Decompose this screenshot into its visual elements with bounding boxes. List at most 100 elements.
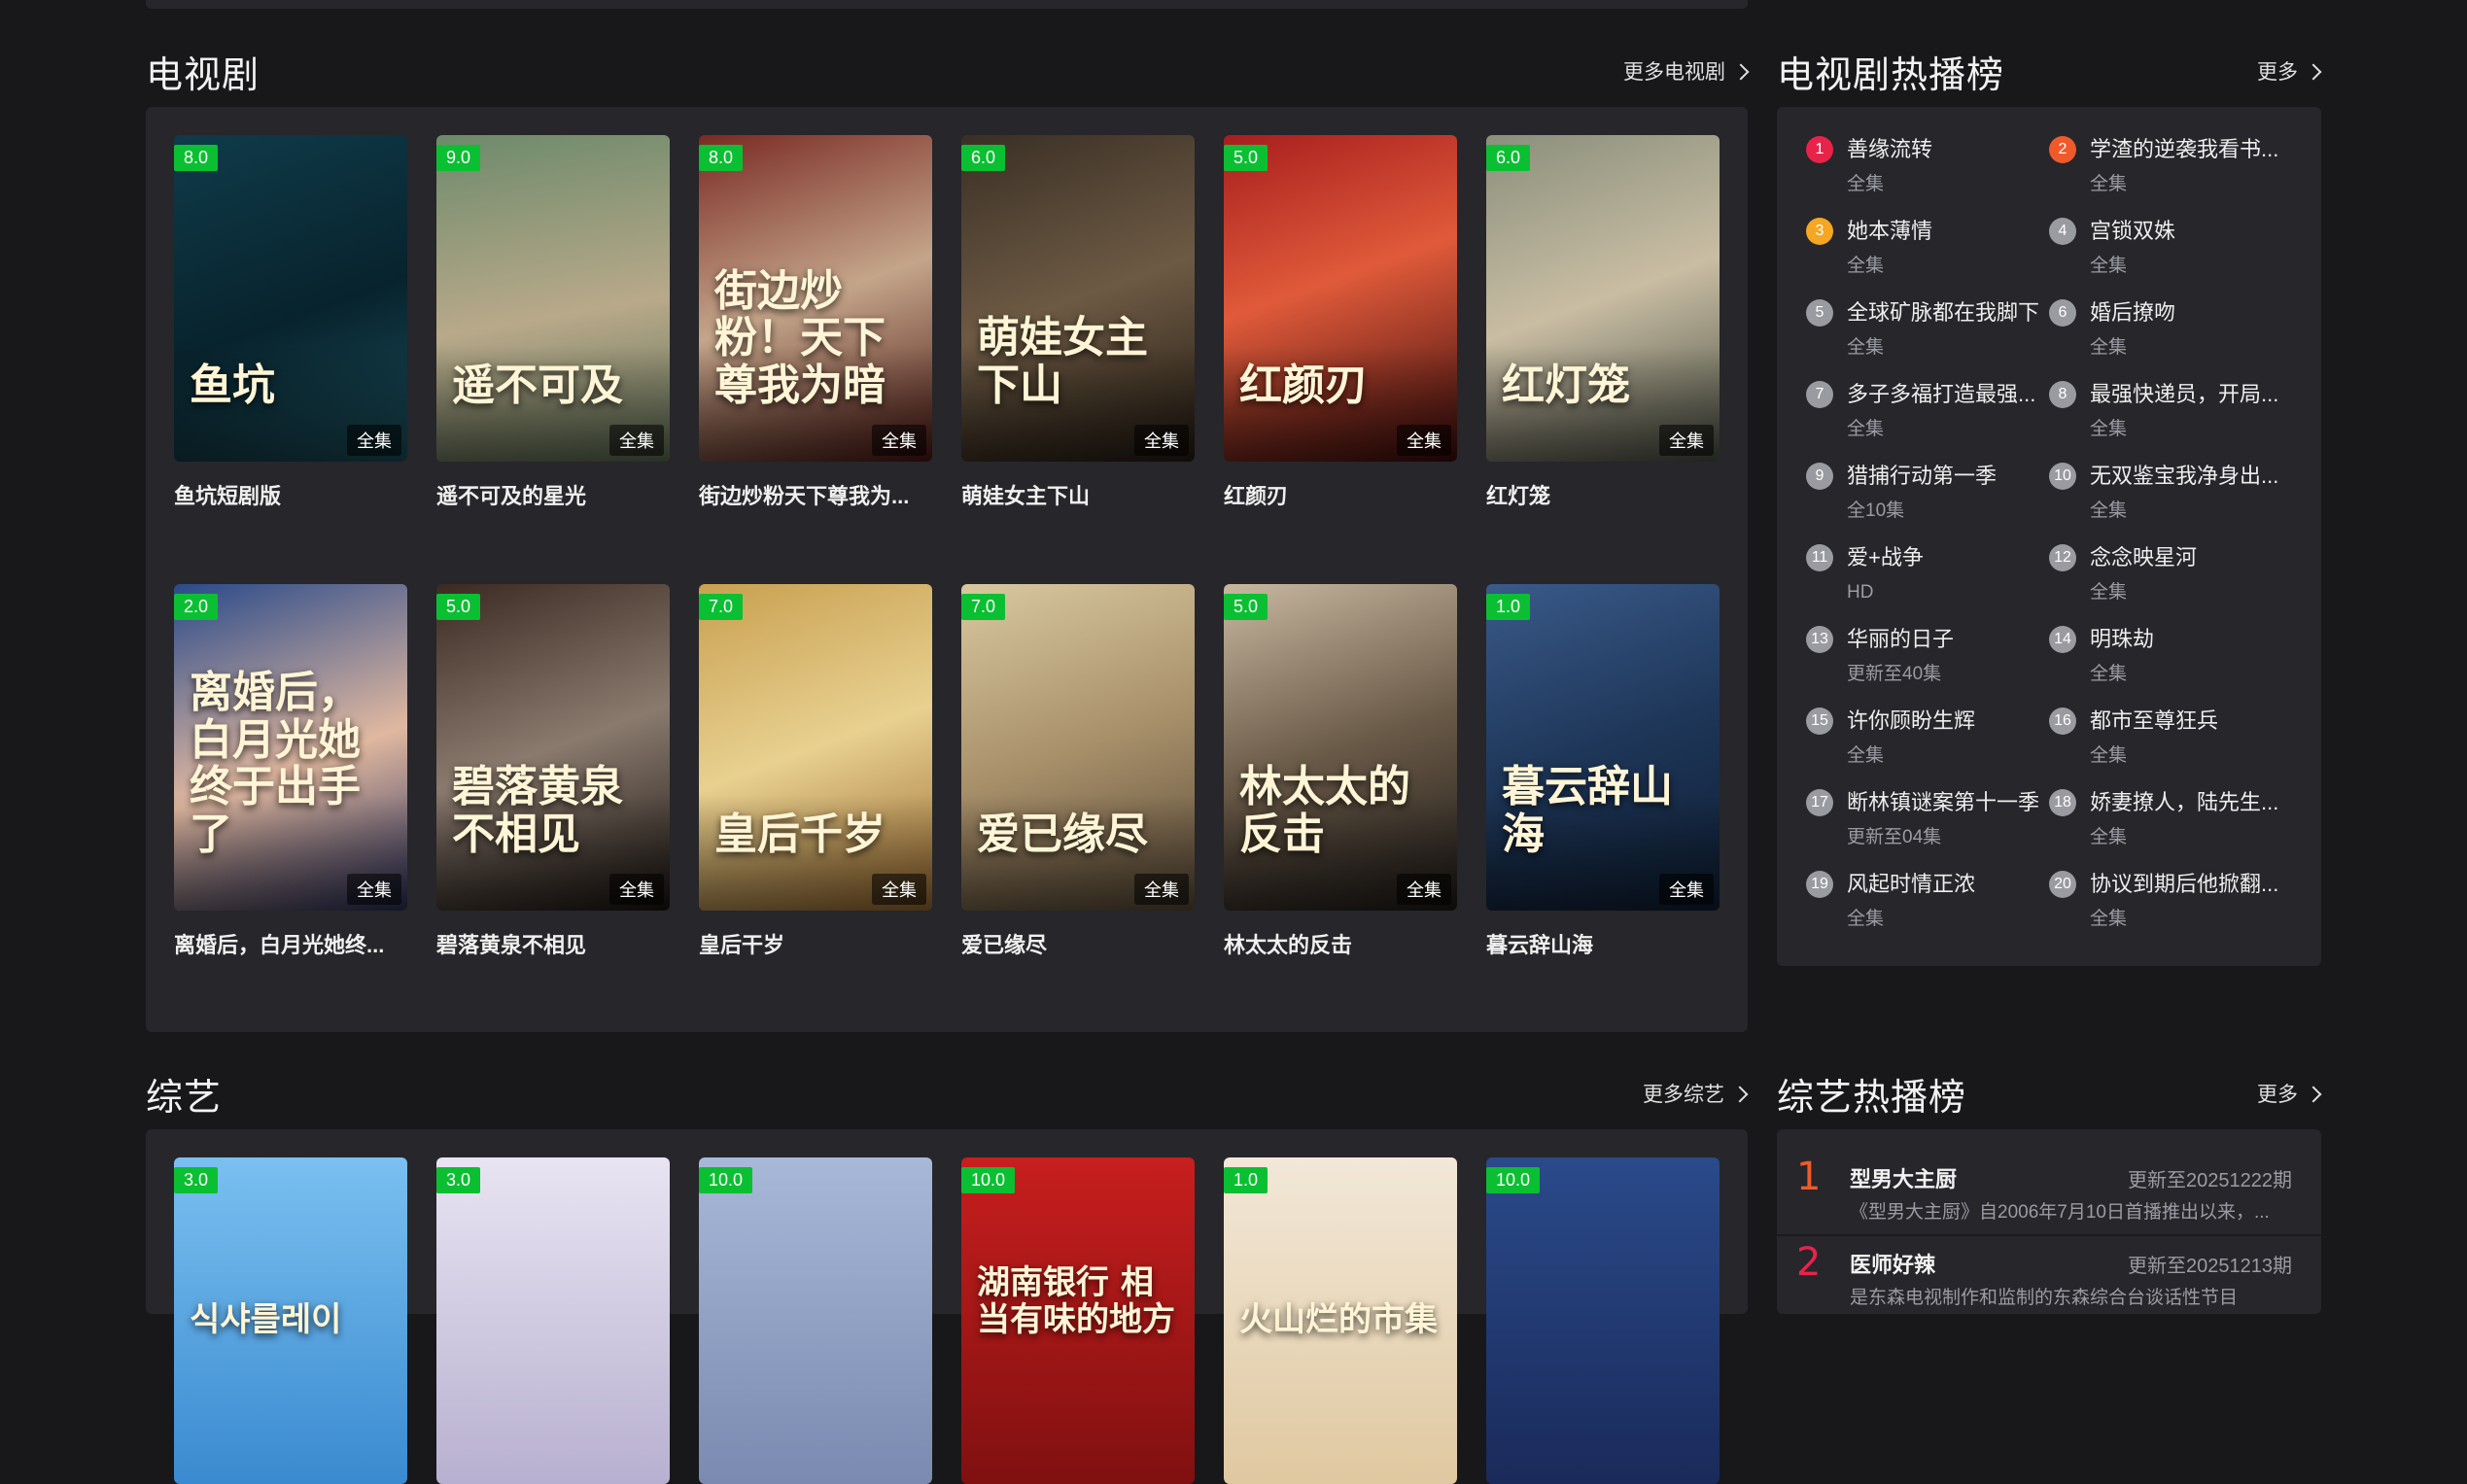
rank-item[interactable]: 14 明珠劫 全集 xyxy=(2049,626,2292,684)
tv-card-title[interactable]: 爱已缘尽 xyxy=(961,928,1195,959)
variety-poster[interactable]: 火山烂的市集 1.0 xyxy=(1224,1157,1457,1484)
variety-poster[interactable]: 10.0 xyxy=(1486,1157,1720,1484)
rank-title[interactable]: 许你顾盼生辉 xyxy=(1847,709,2047,733)
rank-item[interactable]: 11 爱+战争 HD xyxy=(1806,544,2049,603)
variety-poster[interactable]: 10.0 xyxy=(699,1157,932,1484)
tv-card-title[interactable]: 红颜刃 xyxy=(1224,479,1457,510)
more-variety-link[interactable]: 更多综艺 xyxy=(1643,1079,1749,1108)
rank-title[interactable]: 宫锁双姝 xyxy=(2090,220,2290,243)
tv-card[interactable]: 暮云辞山海 1.0 全集暮云辞山海 xyxy=(1486,584,1720,959)
tv-card[interactable]: 街边炒粉！天下尊我为暗 8.0 全集街边炒粉天下尊我为... xyxy=(699,135,932,510)
rank-title[interactable]: 风起时情正浓 xyxy=(1847,873,2047,896)
rank-title[interactable]: 猎捕行动第一季 xyxy=(1847,465,2047,488)
rank-status: 全集 xyxy=(1847,419,1885,439)
tv-card[interactable]: 碧落黄泉不相见 5.0 全集碧落黄泉不相见 xyxy=(436,584,670,959)
tv-card-title[interactable]: 离婚后，白月光她终... xyxy=(174,928,407,959)
more-variety-rank-link[interactable]: 更多 xyxy=(2257,1079,2322,1108)
rank-item[interactable]: 9 猎捕行动第一季 全10集 xyxy=(1806,463,2049,521)
tv-card-title[interactable]: 暮云辞山海 xyxy=(1486,928,1720,959)
rank-item[interactable]: 19 风起时情正浓 全集 xyxy=(1806,871,2049,929)
tv-card-title[interactable]: 皇后干岁 xyxy=(699,928,932,959)
tv-card-title[interactable]: 鱼坑短剧版 xyxy=(174,479,407,510)
tv-poster[interactable]: 爱已缘尽 7.0 全集 xyxy=(961,584,1195,911)
rank-number-badge: 20 xyxy=(2049,871,2076,898)
variety-poster[interactable]: 3.0 xyxy=(436,1157,670,1484)
tv-card[interactable]: 红灯笼 6.0 全集红灯笼 xyxy=(1486,135,1720,510)
rank-item[interactable]: 17 断林镇谜案第十一季 更新至04集 xyxy=(1806,789,2049,847)
rank-title[interactable]: 娇妻撩人，陆先生... xyxy=(2090,791,2290,814)
rank-title[interactable]: 她本薄情 xyxy=(1847,220,2047,243)
variety-rank-item[interactable]: 1 型男大主厨 更新至20251222期 《型男大主厨》自2006年7月10日首… xyxy=(1777,1129,2321,1238)
tv-poster[interactable]: 红灯笼 6.0 全集 xyxy=(1486,135,1720,462)
rank-title[interactable]: 全球矿脉都在我脚下 xyxy=(1847,301,2047,325)
rank-title[interactable]: 断林镇谜案第十一季 xyxy=(1847,791,2047,814)
tv-card[interactable]: 遥不可及 9.0 全集遥不可及的星光 xyxy=(436,135,670,510)
variety-card[interactable]: 3.0 xyxy=(436,1157,670,1484)
score-badge: 9.0 xyxy=(436,145,481,171)
rank-title[interactable]: 华丽的日子 xyxy=(1847,628,2047,651)
tv-poster[interactable]: 皇后千岁 7.0 全集 xyxy=(699,584,932,911)
variety-card[interactable]: 湖南银行 相当有味的地方 10.0 xyxy=(961,1157,1195,1484)
rank-title[interactable]: 学渣的逆袭我看书... xyxy=(2090,138,2290,161)
tv-card[interactable]: 鱼坑 8.0 全集鱼坑短剧版 xyxy=(174,135,407,510)
tv-card[interactable]: 离婚后，白月光她终于出手了 2.0 全集离婚后，白月光她终... xyxy=(174,584,407,959)
rank-item[interactable]: 4 宫锁双姝 全集 xyxy=(2049,218,2292,276)
tv-poster[interactable]: 红颜刃 5.0 全集 xyxy=(1224,135,1457,462)
rank-title[interactable]: 多子多福打造最强... xyxy=(1847,383,2047,406)
tv-poster[interactable]: 碧落黄泉不相见 5.0 全集 xyxy=(436,584,670,911)
tv-card-title[interactable]: 萌娃女主下山 xyxy=(961,479,1195,510)
tv-card[interactable]: 萌娃女主下山 6.0 全集萌娃女主下山 xyxy=(961,135,1195,510)
variety-poster[interactable]: 湖南银行 相当有味的地方 10.0 xyxy=(961,1157,1195,1484)
rank-item[interactable]: 1 善缘流转 全集 xyxy=(1806,136,2049,194)
rank-title[interactable]: 最强快递员，开局... xyxy=(2090,383,2290,406)
tv-card-title[interactable]: 碧落黄泉不相见 xyxy=(436,928,670,959)
tv-card-title[interactable]: 林太太的反击 xyxy=(1224,928,1457,959)
variety-card[interactable]: 10.0 xyxy=(699,1157,932,1484)
rank-item[interactable]: 6 婚后撩吻 全集 xyxy=(2049,299,2292,358)
rank-title[interactable]: 念念映星河 xyxy=(2090,546,2290,569)
tv-card[interactable]: 皇后千岁 7.0 全集皇后干岁 xyxy=(699,584,932,959)
rank-title[interactable]: 无双鉴宝我净身出... xyxy=(2090,465,2290,488)
variety-card[interactable]: 火山烂的市集 1.0 xyxy=(1224,1157,1457,1484)
rank-item[interactable]: 15 许你顾盼生辉 全集 xyxy=(1806,707,2049,766)
more-tv-link[interactable]: 更多电视剧 xyxy=(1623,56,1750,86)
rank-item[interactable]: 16 都市至尊狂兵 全集 xyxy=(2049,707,2292,766)
variety-poster[interactable]: 식샤를레이 3.0 xyxy=(174,1157,407,1484)
episode-badge: 全集 xyxy=(347,874,401,905)
variety-rank-title: 综艺热播榜 xyxy=(1777,1078,1967,1119)
rank-item[interactable]: 18 娇妻撩人，陆先生... 全集 xyxy=(2049,789,2292,847)
rank-item[interactable]: 5 全球矿脉都在我脚下 全集 xyxy=(1806,299,2049,358)
rank-item[interactable]: 12 念念映星河 全集 xyxy=(2049,544,2292,603)
rank-item[interactable]: 20 协议到期后他掀翻... 全集 xyxy=(2049,871,2292,929)
tv-poster[interactable]: 鱼坑 8.0 全集 xyxy=(174,135,407,462)
tv-card[interactable]: 红颜刃 5.0 全集红颜刃 xyxy=(1224,135,1457,510)
rank-title[interactable]: 都市至尊狂兵 xyxy=(2090,709,2290,733)
rank-title[interactable]: 爱+战争 xyxy=(1847,546,2047,569)
tv-poster[interactable]: 萌娃女主下山 6.0 全集 xyxy=(961,135,1195,462)
tv-poster[interactable]: 林太太的反击 5.0 全集 xyxy=(1224,584,1457,911)
tv-card-title[interactable]: 遥不可及的星光 xyxy=(436,479,670,510)
variety-card[interactable]: 식샤를레이 3.0 xyxy=(174,1157,407,1484)
tv-poster[interactable]: 街边炒粉！天下尊我为暗 8.0 全集 xyxy=(699,135,932,462)
tv-card[interactable]: 爱已缘尽 7.0 全集爱已缘尽 xyxy=(961,584,1195,959)
rank-status: 全集 xyxy=(1847,337,1885,358)
rank-title[interactable]: 婚后撩吻 xyxy=(2090,301,2290,325)
rank-item[interactable]: 10 无双鉴宝我净身出... 全集 xyxy=(2049,463,2292,521)
rank-item[interactable]: 7 多子多福打造最强... 全集 xyxy=(1806,381,2049,439)
tv-card-title[interactable]: 红灯笼 xyxy=(1486,479,1720,510)
rank-title[interactable]: 善缘流转 xyxy=(1847,138,2047,161)
rank-title[interactable]: 协议到期后他掀翻... xyxy=(2090,873,2290,896)
rank-item[interactable]: 3 她本薄情 全集 xyxy=(1806,218,2049,276)
rank-item[interactable]: 2 学渣的逆袭我看书... 全集 xyxy=(2049,136,2292,194)
variety-rank-item[interactable]: 2 医师好辣 更新至20251213期 是东森电视制作和监制的东森综合台谈话性节… xyxy=(1777,1238,2321,1316)
rank-item[interactable]: 8 最强快递员，开局... 全集 xyxy=(2049,381,2292,439)
tv-poster[interactable]: 离婚后，白月光她终于出手了 2.0 全集 xyxy=(174,584,407,911)
rank-title[interactable]: 明珠劫 xyxy=(2090,628,2290,651)
more-tv-rank-link[interactable]: 更多 xyxy=(2257,56,2322,86)
tv-card-title[interactable]: 街边炒粉天下尊我为... xyxy=(699,479,932,510)
tv-card[interactable]: 林太太的反击 5.0 全集林太太的反击 xyxy=(1224,584,1457,959)
variety-card[interactable]: 10.0 xyxy=(1486,1157,1720,1484)
tv-poster[interactable]: 暮云辞山海 1.0 全集 xyxy=(1486,584,1720,911)
tv-poster[interactable]: 遥不可及 9.0 全集 xyxy=(436,135,670,462)
rank-item[interactable]: 13 华丽的日子 更新至40集 xyxy=(1806,626,2049,684)
